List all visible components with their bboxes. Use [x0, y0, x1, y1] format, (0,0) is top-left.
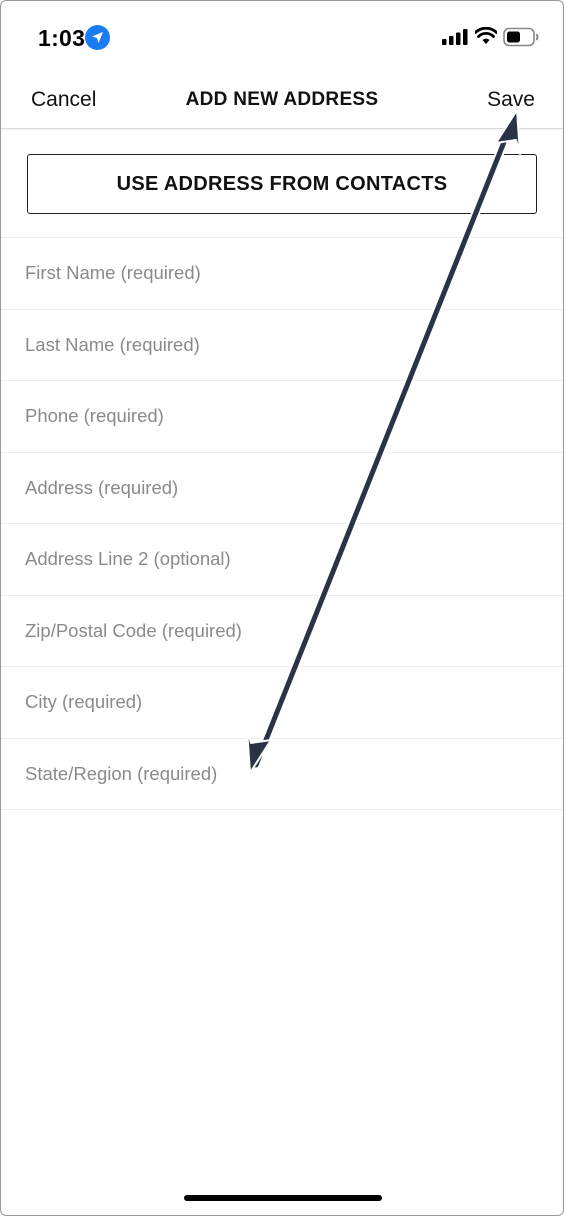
phone-screen: 1:03 Cancel ADD NEW ADDRESS Save USE ADD… — [0, 0, 564, 1216]
form-row — [1, 309, 563, 381]
battery-icon — [503, 27, 539, 47]
form-row — [1, 452, 563, 524]
state-region-field[interactable] — [25, 738, 535, 809]
cellular-signal-icon — [442, 29, 468, 45]
location-arrow-icon — [85, 25, 110, 50]
address-field[interactable] — [25, 452, 535, 523]
form-row — [1, 595, 563, 667]
page-title: ADD NEW ADDRESS — [185, 89, 379, 110]
address-form — [1, 237, 563, 810]
wifi-icon — [475, 27, 497, 44]
form-row — [1, 738, 563, 810]
use-address-from-contacts-button[interactable]: USE ADDRESS FROM CONTACTS — [27, 154, 537, 214]
nav-bar: Cancel ADD NEW ADDRESS Save — [1, 71, 563, 129]
home-indicator — [184, 1195, 382, 1201]
form-row — [1, 381, 563, 453]
phone-field[interactable] — [25, 381, 535, 452]
status-time: 1:03 — [38, 25, 86, 51]
save-button[interactable]: Save — [487, 88, 535, 112]
form-row — [1, 667, 563, 739]
city-field[interactable] — [25, 667, 535, 738]
form-row — [1, 524, 563, 596]
last-name-field[interactable] — [25, 309, 535, 380]
first-name-field[interactable] — [25, 238, 535, 309]
address-line-2-field[interactable] — [25, 524, 535, 595]
zip-postal-code-field[interactable] — [25, 595, 535, 666]
status-bar: 1:03 — [1, 1, 563, 71]
form-row — [1, 238, 563, 310]
